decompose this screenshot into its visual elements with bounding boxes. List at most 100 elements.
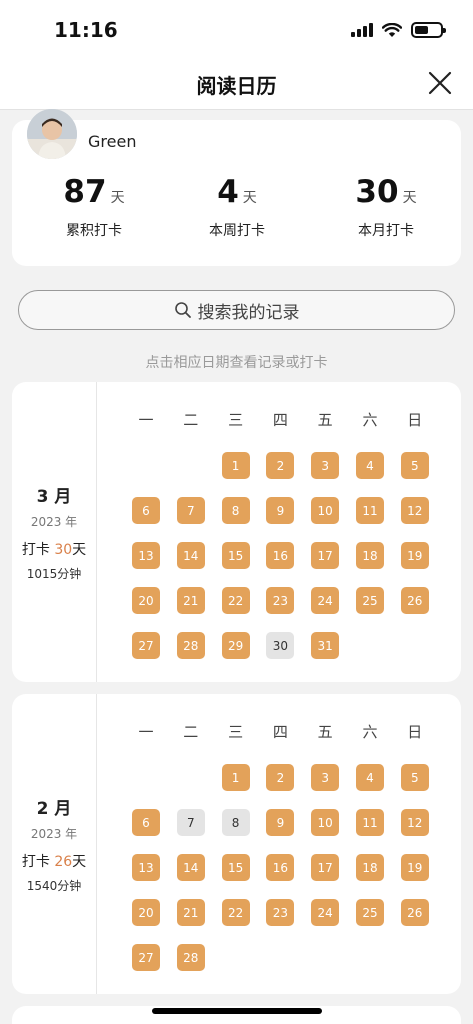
calendar-day-checked[interactable]: 5 xyxy=(400,452,429,479)
calendar-day-checked[interactable]: 29 xyxy=(221,632,250,659)
month-name: 3 月 xyxy=(36,487,72,507)
calendar-day-checked[interactable]: 2 xyxy=(266,452,295,479)
status-icons xyxy=(351,22,446,38)
calendar-day-checked[interactable]: 19 xyxy=(400,542,429,569)
weekday-label: 五 xyxy=(317,723,333,741)
stat-week-checkins: 4 天 本周打卡 xyxy=(177,174,297,240)
calendar-day-checked[interactable]: 17 xyxy=(311,854,340,881)
calendar-day-checked[interactable]: 21 xyxy=(176,899,205,926)
status-bar: 11:16 xyxy=(0,0,473,58)
search-input[interactable]: 搜索我的记录 xyxy=(18,290,455,330)
calendar-day-checked[interactable]: 26 xyxy=(400,899,429,926)
calendar-day-checked[interactable]: 19 xyxy=(400,854,429,881)
calendar-day-checked[interactable]: 5 xyxy=(400,764,429,791)
calendar-day-checked[interactable]: 21 xyxy=(176,587,205,614)
calendar-day-checked[interactable]: 12 xyxy=(400,497,429,524)
weekday-label: 四 xyxy=(272,723,288,741)
calendar-day-checked[interactable]: 14 xyxy=(176,854,205,881)
calendar-day-checked[interactable]: 20 xyxy=(132,899,160,926)
search-placeholder: 搜索我的记录 xyxy=(197,302,300,323)
stat-label: 本月打卡 xyxy=(358,223,414,239)
calendar-day-checked[interactable]: 22 xyxy=(221,587,250,614)
home-indicator xyxy=(152,1008,322,1014)
calendar-day-checked[interactable]: 7 xyxy=(176,497,205,524)
calendar-day-checked[interactable]: 18 xyxy=(356,542,384,569)
calendar-day-checked[interactable]: 1 xyxy=(221,452,250,479)
month-summary: 3 月 2023 年 打卡 30天 1015分钟 xyxy=(12,382,97,682)
nav-bar: 阅读日历 xyxy=(0,58,473,110)
calendar-day-checked[interactable]: 9 xyxy=(266,809,295,836)
close-icon[interactable] xyxy=(427,70,453,96)
calendar-day-checked[interactable]: 9 xyxy=(266,497,295,524)
calendar-day-checked[interactable]: 18 xyxy=(356,854,384,881)
weekday-label: 六 xyxy=(362,411,378,429)
calendar-day-checked[interactable]: 4 xyxy=(356,764,384,791)
stat-unit: 天 xyxy=(110,190,125,206)
month-summary: 2 月 2023 年 打卡 26天 1540分钟 xyxy=(12,694,97,994)
calendar-day-checked[interactable]: 27 xyxy=(132,632,160,659)
weekday-label: 四 xyxy=(272,411,288,429)
calendar-day-checked[interactable]: 28 xyxy=(176,632,205,659)
calendar-day-checked[interactable]: 6 xyxy=(132,809,160,836)
calendar-day-checked[interactable]: 3 xyxy=(311,452,340,479)
stat-month-checkins: 30 天 本月打卡 xyxy=(326,174,446,240)
stat-label: 累积打卡 xyxy=(66,223,122,239)
calendar-day-checked[interactable]: 23 xyxy=(266,587,295,614)
calendar-day-checked[interactable]: 26 xyxy=(400,587,429,614)
search-icon xyxy=(174,302,191,318)
calendar-day-checked[interactable]: 2 xyxy=(266,764,295,791)
wifi-icon xyxy=(382,22,402,37)
month-year: 2023 年 xyxy=(30,827,78,841)
calendar-day-checked[interactable]: 22 xyxy=(221,899,250,926)
weekday-header: 一二三四五六日 xyxy=(98,409,461,431)
calendar-day-checked[interactable]: 31 xyxy=(311,632,340,659)
weekday-label: 日 xyxy=(407,411,423,429)
page-title: 阅读日历 xyxy=(196,74,277,98)
month-card-march: 3 月 2023 年 打卡 30天 1015分钟 一二三四五六日 1234567… xyxy=(12,382,461,682)
calendar-day-checked[interactable]: 12 xyxy=(400,809,429,836)
stat-unit: 天 xyxy=(242,190,257,206)
stat-label: 本周打卡 xyxy=(209,223,265,239)
calendar-day-checked[interactable]: 27 xyxy=(132,944,160,971)
calendar-day-checked[interactable]: 11 xyxy=(356,497,384,524)
calendar-day-checked[interactable]: 11 xyxy=(356,809,384,836)
calendar-day-checked[interactable]: 15 xyxy=(221,854,250,881)
avatar[interactable] xyxy=(27,109,77,159)
month-year: 2023 年 xyxy=(30,515,78,529)
calendar-day-checked[interactable]: 16 xyxy=(266,854,295,881)
calendar-day-checked[interactable]: 17 xyxy=(311,542,340,569)
month-name: 2 月 xyxy=(36,799,72,819)
calendar-day-checked[interactable]: 16 xyxy=(266,542,295,569)
stat-value: 87 xyxy=(63,174,107,210)
weekday-label: 日 xyxy=(407,723,423,741)
stat-unit: 天 xyxy=(402,190,417,206)
calendar-day-checked[interactable]: 24 xyxy=(311,587,340,614)
month-checkin-count: 打卡 26天 xyxy=(21,854,87,870)
calendar-day-checked[interactable]: 10 xyxy=(311,497,340,524)
hint-text: 点击相应日期查看记录或打卡 xyxy=(145,355,328,371)
calendar-day-checked[interactable]: 14 xyxy=(176,542,205,569)
calendar-day-unchecked[interactable]: 8 xyxy=(221,809,250,836)
calendar-day-unchecked[interactable]: 30 xyxy=(266,632,295,659)
calendar-day-checked[interactable]: 10 xyxy=(311,809,340,836)
username: Green xyxy=(88,132,137,151)
calendar-day-checked[interactable]: 8 xyxy=(221,497,250,524)
calendar-day-checked[interactable]: 23 xyxy=(266,899,295,926)
calendar-day-checked[interactable]: 13 xyxy=(132,854,160,881)
calendar-day-checked[interactable]: 6 xyxy=(132,497,160,524)
month-checkin-count: 打卡 30天 xyxy=(21,542,87,558)
battery-icon xyxy=(411,22,446,38)
calendar-day-checked[interactable]: 28 xyxy=(176,944,205,971)
calendar-day-unchecked[interactable]: 7 xyxy=(176,809,205,836)
calendar-day-checked[interactable]: 24 xyxy=(311,899,340,926)
calendar-day-checked[interactable]: 3 xyxy=(311,764,340,791)
weekday-header: 一二三四五六日 xyxy=(98,721,461,743)
calendar-day-checked[interactable]: 4 xyxy=(356,452,384,479)
calendar-day-checked[interactable]: 20 xyxy=(132,587,160,614)
calendar-day-checked[interactable]: 25 xyxy=(356,899,384,926)
calendar-day-checked[interactable]: 25 xyxy=(356,587,384,614)
stat-value: 4 xyxy=(217,174,239,210)
calendar-day-checked[interactable]: 13 xyxy=(132,542,160,569)
calendar-day-checked[interactable]: 1 xyxy=(221,764,250,791)
calendar-day-checked[interactable]: 15 xyxy=(221,542,250,569)
